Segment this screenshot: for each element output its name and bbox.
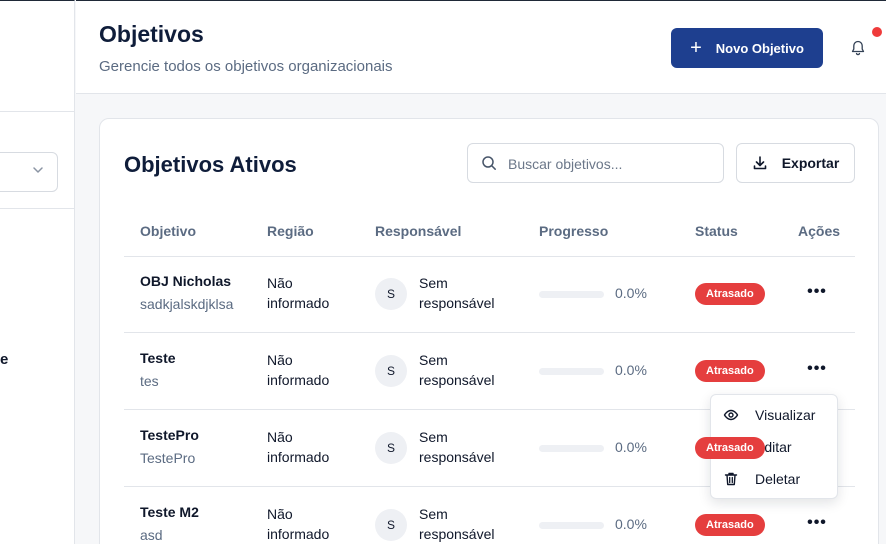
sidebar-select[interactable] — [0, 152, 58, 192]
progress-percent: 0.0% — [615, 516, 647, 532]
menu-item-label: Visualizar — [755, 407, 816, 423]
chevron-down-icon — [33, 167, 43, 173]
more-horizontal-icon[interactable]: ••• — [805, 511, 829, 535]
avatar: S — [375, 509, 407, 541]
plus-icon: + — [690, 37, 702, 59]
objective-owner: Sem responsável — [419, 352, 495, 388]
status-badge: Atrasado — [695, 283, 765, 305]
progress-bar — [539, 522, 604, 529]
status-badge: Atrasado — [695, 514, 765, 536]
card-title: Objetivos Ativos — [124, 152, 297, 177]
sidebar-item-label[interactable]: e — [0, 351, 8, 368]
objective-name: Teste M2 — [140, 504, 199, 520]
objective-region: Não informado — [267, 429, 330, 465]
bell-icon[interactable] — [850, 39, 866, 57]
column-header-owner[interactable]: Responsável — [375, 223, 461, 239]
objective-description: asd — [140, 527, 163, 543]
menu-item-delete[interactable]: Deletar — [711, 463, 839, 495]
menu-item-label: Deletar — [755, 471, 801, 487]
column-header-status[interactable]: Status — [695, 223, 738, 239]
objective-description: tes — [140, 373, 159, 389]
objective-owner: Sem responsável — [419, 429, 495, 465]
objective-region: Não informado — [267, 506, 330, 542]
new-objective-label: Novo Objetivo — [715, 40, 804, 56]
download-icon — [753, 156, 767, 170]
status-badge: Atrasado — [695, 437, 765, 459]
trash-icon — [724, 472, 738, 486]
status-badge: Atrasado — [695, 360, 765, 382]
search-input[interactable] — [508, 153, 713, 175]
column-header-progress[interactable]: Progresso — [539, 223, 608, 239]
more-horizontal-icon[interactable]: ••• — [805, 280, 829, 304]
more-horizontal-icon[interactable]: ••• — [805, 357, 829, 381]
menu-item-view[interactable]: Visualizar — [711, 399, 839, 431]
progress-percent: 0.0% — [615, 439, 647, 455]
objective-name: OBJ Nicholas — [140, 273, 232, 289]
eye-icon — [723, 409, 739, 421]
search-icon — [482, 156, 496, 170]
avatar: S — [375, 355, 407, 387]
objective-owner: Sem responsável — [419, 275, 495, 311]
avatar: S — [375, 432, 407, 464]
page-header: Objetivos Gerencie todos os objetivos or… — [76, 0, 886, 94]
column-header-actions: Ações — [798, 223, 841, 239]
objective-name: TestePro — [140, 427, 199, 443]
page-subtitle: Gerencie todos os objetivos organizacion… — [99, 58, 393, 75]
objective-description: TestePro — [140, 450, 196, 466]
objective-description: sadkjalskdjklsa — [140, 296, 234, 312]
export-label: Exportar — [781, 155, 840, 171]
progress-bar — [539, 368, 604, 375]
objective-owner: Sem responsável — [419, 506, 495, 542]
sidebar: e — [0, 0, 75, 544]
column-header-region[interactable]: Região — [267, 223, 314, 239]
page-title: Objetivos — [99, 21, 204, 47]
column-header-objective[interactable]: Objetivo — [140, 223, 196, 239]
new-objective-button[interactable]: + Novo Objetivo — [671, 28, 823, 68]
progress-bar — [539, 291, 604, 298]
progress-percent: 0.0% — [615, 285, 647, 301]
avatar: S — [375, 278, 407, 310]
progress-bar — [539, 445, 604, 452]
objective-region: Não informado — [267, 352, 330, 388]
objective-name: Teste — [140, 350, 176, 366]
objective-region: Não informado — [267, 275, 330, 311]
notification-dot — [872, 27, 882, 37]
sidebar-divider — [0, 208, 75, 209]
progress-percent: 0.0% — [615, 362, 647, 378]
sidebar-divider — [0, 111, 75, 112]
search-box[interactable] — [467, 143, 724, 183]
table-row[interactable]: OBJ Nicholas sadkjalskdjklsa Não informa… — [124, 256, 855, 333]
export-button[interactable]: Exportar — [736, 143, 855, 183]
